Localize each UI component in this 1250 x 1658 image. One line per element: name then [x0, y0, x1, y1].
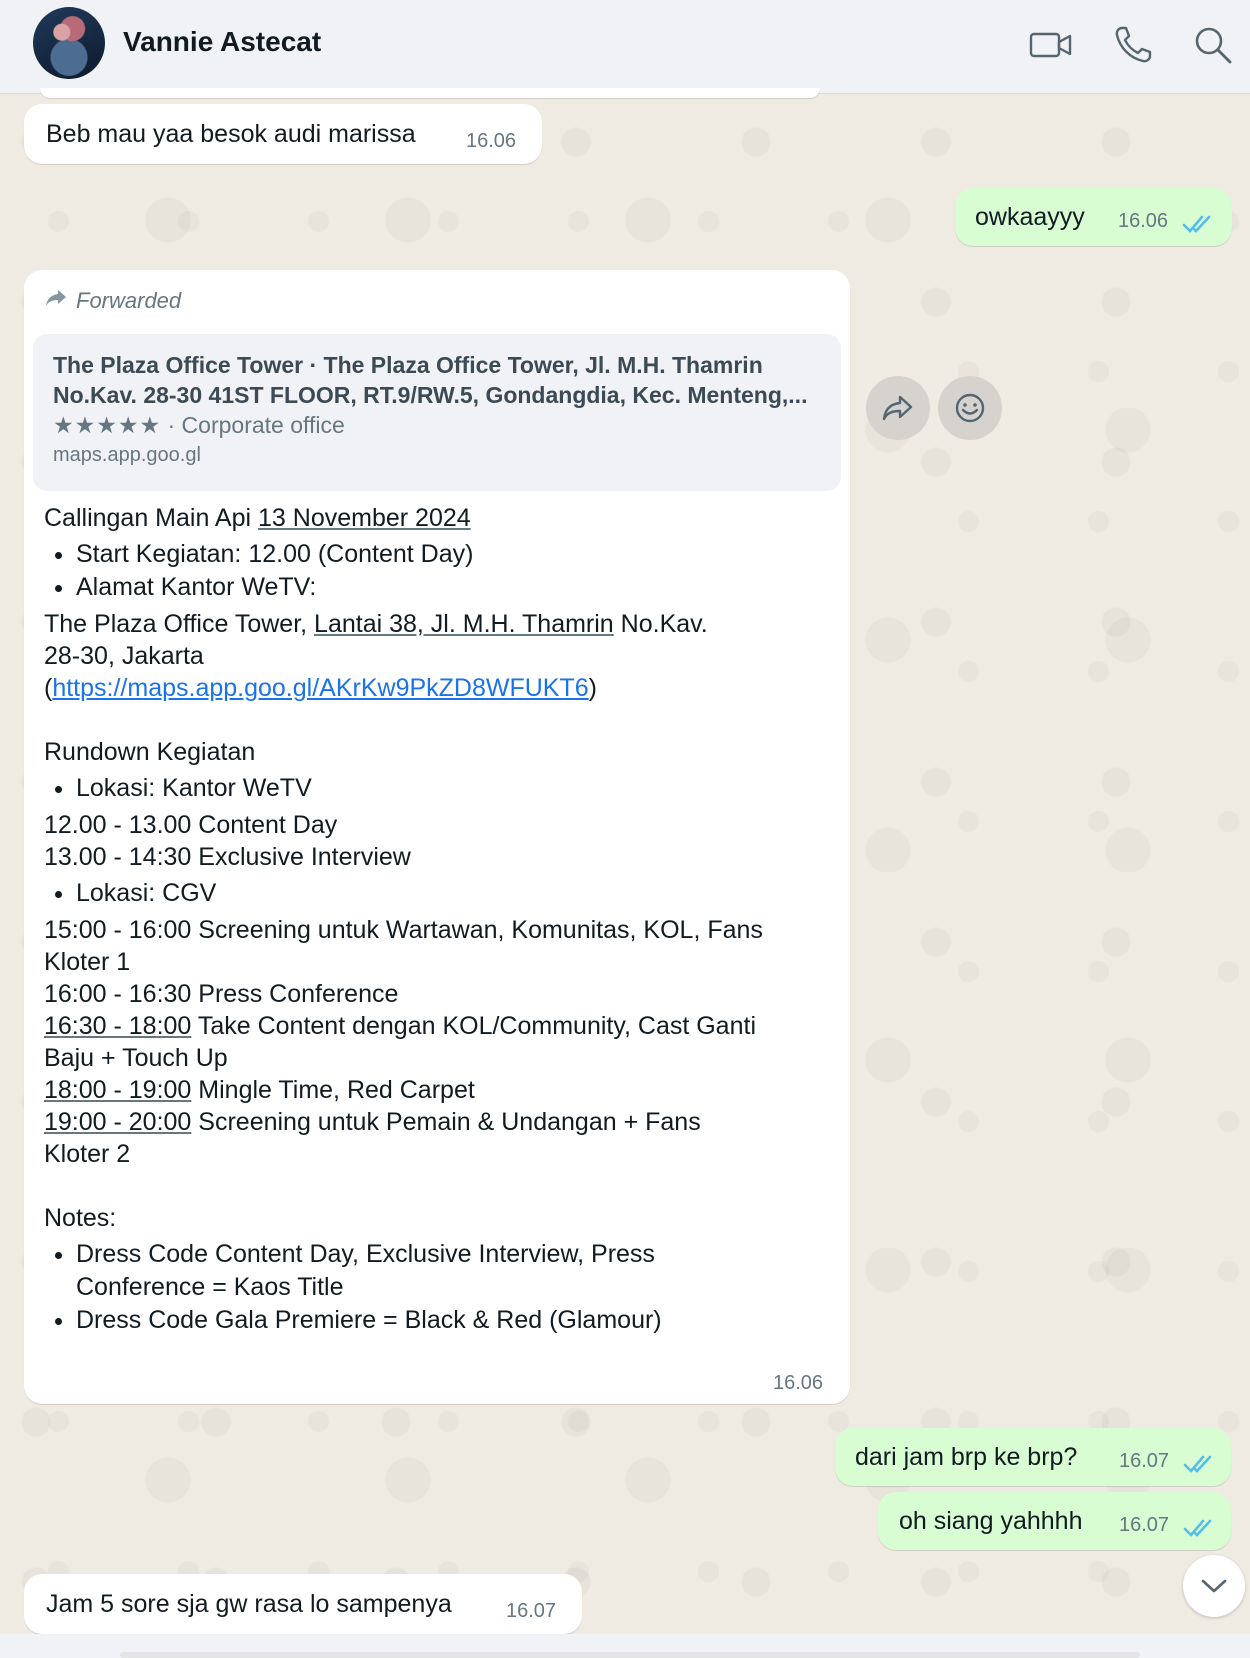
outgoing-message[interactable]: oh siang yahhhh 16.07	[878, 1492, 1231, 1550]
rundown-row: 18:00 - 19:00 Mingle Time, Red Carpet	[44, 1076, 475, 1104]
read-receipt-icon	[1182, 212, 1212, 241]
rundown-row: 12.00 - 13.00 Content Day	[44, 811, 338, 839]
forward-arrow-icon	[44, 288, 68, 314]
message-time: 16.07	[1119, 1450, 1170, 1472]
video-call-icon[interactable]	[1028, 22, 1074, 68]
message-time: 16.07	[506, 1600, 557, 1622]
rundown-row-cont: Kloter 2	[44, 1140, 131, 1168]
maps-link[interactable]: https://maps.app.goo.gl/AKrKw9PkZD8WFUKT…	[52, 674, 588, 702]
incoming-message[interactable]: Beb mau yaa besok audi marissa 16.06	[24, 104, 542, 164]
forwarded-label: Forwarded	[44, 288, 181, 314]
location-list: Lokasi: Kantor WeTV	[44, 772, 824, 805]
scroll-to-bottom-button[interactable]	[1183, 1555, 1245, 1617]
address-line-2: 28-30, Jakarta	[44, 642, 204, 670]
message-text: Beb mau yaa besok audi marissa	[46, 120, 416, 148]
rundown-row: 16:00 - 16:30 Press Conference	[44, 980, 399, 1008]
rundown-row-cont: Baju + Touch Up	[44, 1044, 228, 1072]
list-item: Lokasi: CGV	[76, 877, 824, 910]
message-body: Callingan Main Api 13 November 2024 Star…	[44, 502, 824, 1341]
message-text: owkaayyy	[975, 203, 1085, 231]
outgoing-message[interactable]: owkaayyy 16.06	[955, 188, 1232, 246]
link-preview-title-cont: No.Kav. 28-30 41ST FLOOR, RT.9/RW.5, Gon…	[53, 382, 808, 408]
contact-name[interactable]: Vannie Astecat	[123, 26, 321, 58]
incoming-message[interactable]: Jam 5 sore sja gw rasa lo sampenya 16.07	[24, 1574, 582, 1634]
composer-input-edge[interactable]	[120, 1652, 1140, 1658]
list-item: Start Kegiatan: 12.00 (Content Day)	[76, 538, 824, 571]
rundown-row: 16:30 - 18:00 Take Content dengan KOL/Co…	[44, 1012, 756, 1040]
notes-list: Dress Code Content Day, Exclusive Interv…	[44, 1238, 824, 1337]
read-receipt-icon	[1183, 1516, 1213, 1545]
previous-message-edge	[40, 88, 820, 98]
message-text: Jam 5 sore sja gw rasa lo sampenya	[46, 1590, 452, 1618]
forward-button[interactable]	[866, 376, 930, 440]
list-item: Dress Code Gala Premiere = Black & Red (…	[76, 1304, 824, 1337]
rating-stars: ★★★★★	[53, 412, 162, 438]
link-preview-title: The Plaza Office Tower · The Plaza Offic…	[53, 352, 763, 378]
rundown-row: 19:00 - 20:00 Screening untuk Pemain & U…	[44, 1108, 701, 1136]
forward-icon	[882, 395, 913, 421]
chat-header: Vannie Astecat	[0, 0, 1250, 94]
message-time: 16.06	[466, 130, 517, 152]
search-icon[interactable]	[1190, 22, 1236, 68]
phone-call-icon[interactable]	[1110, 22, 1156, 68]
chevron-down-icon	[1201, 1579, 1227, 1593]
list-item: Lokasi: Kantor WeTV	[76, 772, 824, 805]
time-link[interactable]: 16:30 - 18:00	[44, 1012, 191, 1040]
link-preview-domain: maps.app.goo.gl	[53, 444, 201, 466]
message-text: dari jam brp ke brp?	[855, 1443, 1078, 1471]
message-text: oh siang yahhhh	[899, 1507, 1083, 1535]
avatar[interactable]	[33, 7, 105, 79]
address-line: The Plaza Office Tower, Lantai 38, Jl. M…	[44, 610, 708, 638]
link-preview-card[interactable]: The Plaza Office Tower · The Plaza Offic…	[33, 334, 841, 491]
rundown-row: 13.00 - 14:30 Exclusive Interview	[44, 843, 411, 871]
time-link[interactable]: 18:00 - 19:00	[44, 1076, 191, 1104]
link-preview-meta: ★★★★★ · Corporate office	[53, 410, 821, 440]
rundown-row-cont: Kloter 1	[44, 948, 131, 976]
react-button[interactable]	[938, 376, 1002, 440]
location-list: Lokasi: CGV	[44, 877, 824, 910]
event-bullets: Start Kegiatan: 12.00 (Content Day) Alam…	[44, 538, 824, 604]
rundown-row: 15:00 - 16:00 Screening untuk Wartawan, …	[44, 916, 763, 944]
outgoing-message[interactable]: dari jam brp ke brp? 16.07	[835, 1428, 1231, 1486]
forwarded-message[interactable]: Forwarded The Plaza Office Tower · The P…	[24, 270, 850, 1404]
emoji-icon	[955, 393, 985, 423]
address-link[interactable]: Lantai 38, Jl. M.H. Thamrin	[314, 610, 614, 638]
event-title: Callingan Main Api 13 November 2024	[44, 504, 471, 532]
list-item: Dress Code Content Day, Exclusive Interv…	[76, 1238, 824, 1304]
message-time: 16.06	[773, 1372, 824, 1394]
notes-title: Notes:	[44, 1204, 117, 1232]
rundown-title: Rundown Kegiatan	[44, 738, 256, 766]
date-link[interactable]: 13 November 2024	[258, 504, 471, 532]
maps-link-line: (https://maps.app.goo.gl/AKrKw9PkZD8WFUK…	[44, 674, 597, 702]
read-receipt-icon	[1183, 1452, 1213, 1481]
link-preview-category: · Corporate office	[161, 412, 345, 438]
message-time: 16.07	[1119, 1514, 1170, 1536]
time-link[interactable]: 19:00 - 20:00	[44, 1108, 191, 1136]
message-time: 16.06	[1118, 210, 1169, 232]
list-item: Alamat Kantor WeTV:	[76, 571, 824, 604]
